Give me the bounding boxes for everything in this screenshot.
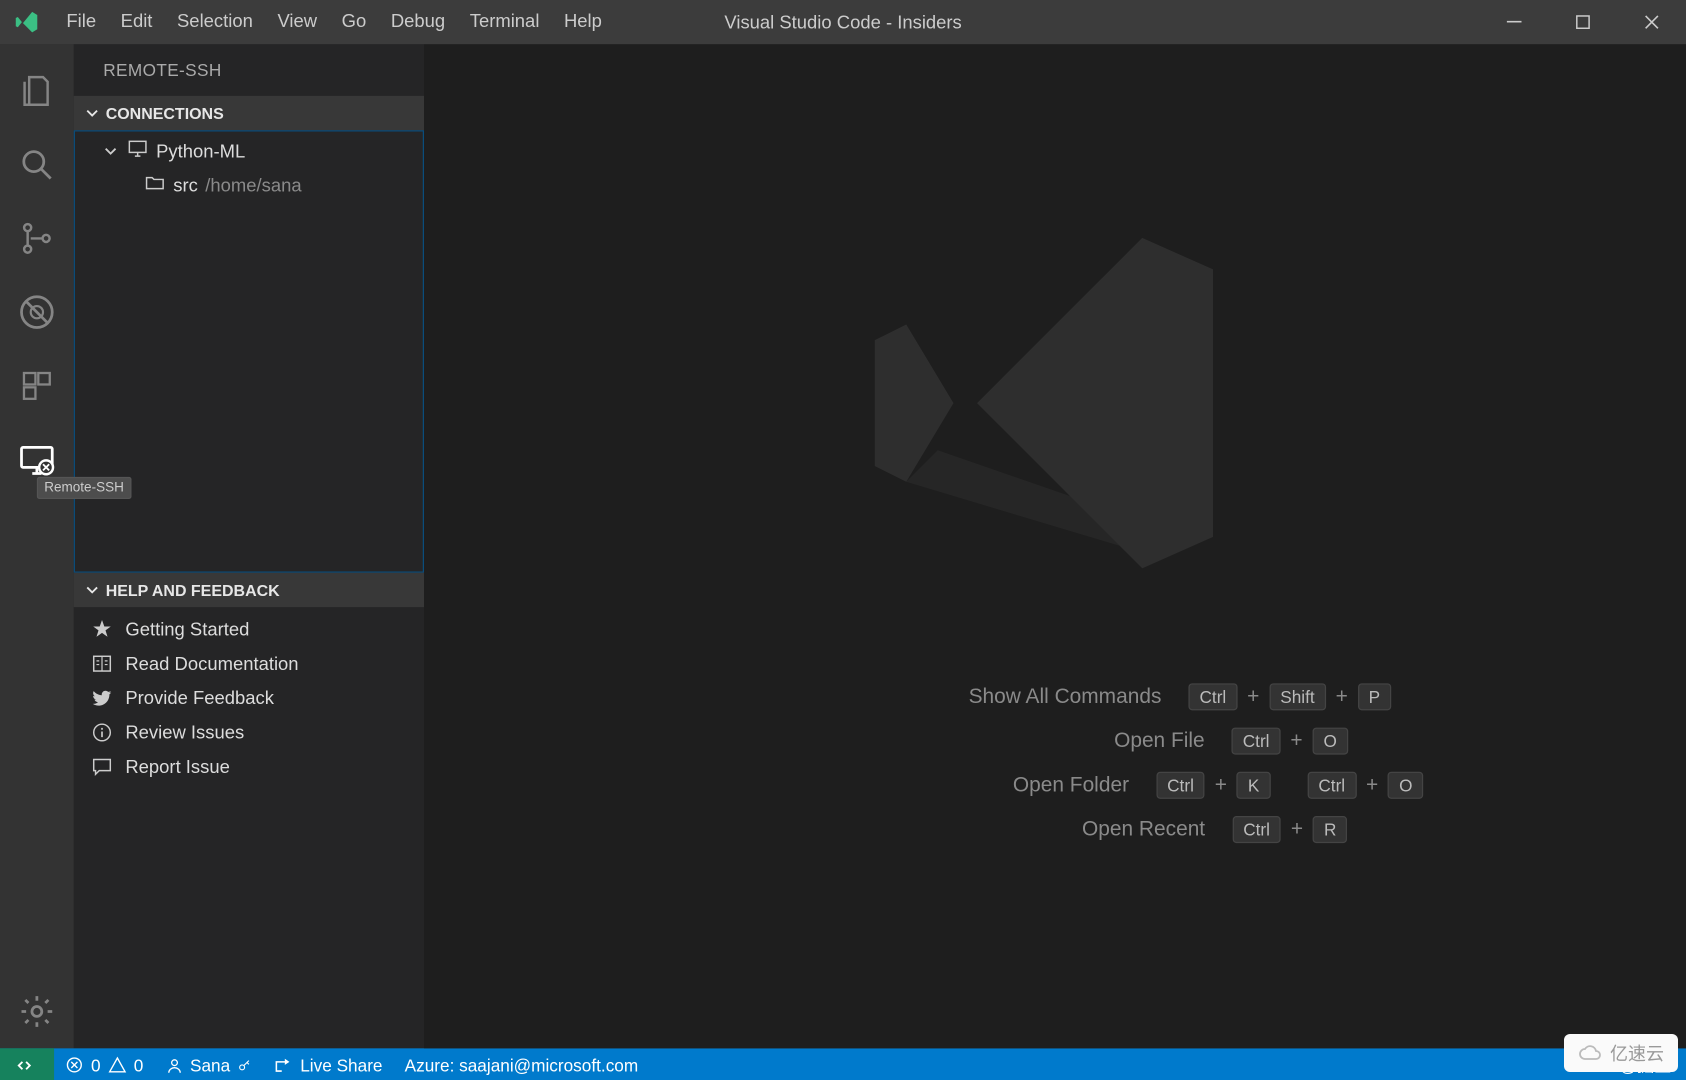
key-icon <box>238 1058 253 1073</box>
key: P <box>1358 683 1392 710</box>
folder-icon <box>144 172 166 199</box>
folder-name: src <box>173 175 198 196</box>
shortcut-row: Open Recent Ctrl+R <box>763 816 1348 843</box>
help-documentation[interactable]: Read Documentation <box>74 646 424 680</box>
help-feedback[interactable]: Provide Feedback <box>74 681 424 715</box>
chevron-down-icon <box>86 584 98 596</box>
minimize-button[interactable] <box>1480 0 1549 44</box>
vscode-watermark-icon <box>858 206 1251 605</box>
key: Ctrl <box>1232 728 1281 755</box>
cloud-icon <box>1578 1041 1602 1065</box>
connections-header-label: CONNECTIONS <box>106 104 224 122</box>
menu-view[interactable]: View <box>265 0 329 44</box>
connection-folder[interactable]: src /home/sana <box>75 168 423 202</box>
menu-help[interactable]: Help <box>552 0 615 44</box>
page-watermark: 亿速云 <box>1564 1034 1678 1072</box>
host-label: Python-ML <box>156 141 245 162</box>
close-button[interactable] <box>1617 0 1686 44</box>
shortcut-label: Open Recent <box>763 817 1205 842</box>
key: K <box>1237 772 1271 799</box>
status-azure-label: Azure: saajani@microsoft.com <box>405 1055 639 1075</box>
folder-path: /home/sana <box>205 175 301 196</box>
sidebar-title: REMOTE-SSH <box>74 44 424 96</box>
menu-selection[interactable]: Selection <box>165 0 265 44</box>
help-header-label: HELP AND FEEDBACK <box>106 581 280 599</box>
key: Ctrl <box>1156 772 1205 799</box>
titlebar: File Edit Selection View Go Debug Termin… <box>0 0 1686 44</box>
menu-debug[interactable]: Debug <box>379 0 458 44</box>
status-remote-indicator[interactable] <box>0 1048 54 1080</box>
help-getting-started[interactable]: Getting Started <box>74 612 424 646</box>
activity-settings[interactable] <box>0 975 74 1049</box>
maximize-button[interactable] <box>1549 0 1618 44</box>
vscode-logo-icon <box>0 10 54 35</box>
key: O <box>1312 728 1348 755</box>
welcome-shortcuts: Show All Commands Ctrl+Shift+P Open File… <box>424 683 1686 843</box>
warning-count: 0 <box>134 1055 144 1075</box>
activity-extensions[interactable] <box>0 349 74 423</box>
key: R <box>1313 816 1348 843</box>
book-icon <box>91 653 113 675</box>
menu-terminal[interactable]: Terminal <box>457 0 551 44</box>
menu-edit[interactable]: Edit <box>108 0 164 44</box>
status-user[interactable]: Sana <box>154 1048 263 1080</box>
menubar: File Edit Selection View Go Debug Termin… <box>54 0 614 44</box>
help-header[interactable]: HELP AND FEEDBACK <box>74 573 424 607</box>
shortcut-row: Open Folder Ctrl+KCtrl+O <box>687 772 1424 799</box>
star-icon <box>91 618 113 640</box>
status-user-label: Sana <box>190 1055 230 1075</box>
activity-search[interactable] <box>0 128 74 202</box>
status-problems[interactable]: 0 0 <box>54 1048 154 1080</box>
status-liveshare[interactable]: Live Share <box>263 1048 393 1080</box>
shortcut-label: Show All Commands <box>719 685 1161 710</box>
menu-file[interactable]: File <box>54 0 108 44</box>
chevron-down-icon <box>102 141 119 162</box>
twitter-icon <box>91 687 113 709</box>
key: Ctrl <box>1232 816 1281 843</box>
person-icon <box>165 1056 182 1073</box>
connections-header[interactable]: CONNECTIONS <box>74 96 424 130</box>
help-item-label: Report Issue <box>125 756 230 777</box>
status-liveshare-label: Live Share <box>300 1055 382 1075</box>
chevron-down-icon <box>86 107 98 119</box>
status-azure[interactable]: Azure: saajani@microsoft.com <box>394 1048 650 1080</box>
activitybar <box>0 44 74 1048</box>
activity-scm[interactable] <box>0 202 74 276</box>
error-count: 0 <box>91 1055 101 1075</box>
help-item-label: Getting Started <box>125 619 249 640</box>
shortcut-row: Show All Commands Ctrl+Shift+P <box>719 683 1391 710</box>
monitor-icon <box>127 138 149 165</box>
key: O <box>1388 772 1424 799</box>
connection-host[interactable]: Python-ML <box>75 134 423 168</box>
error-icon <box>65 1056 83 1074</box>
help-report-issue[interactable]: Report Issue <box>74 750 424 784</box>
liveshare-icon <box>274 1056 292 1074</box>
shortcut-label: Open Folder <box>687 773 1129 798</box>
activity-explorer[interactable] <box>0 54 74 128</box>
help-list: Getting Started Read Documentation Provi… <box>74 607 424 789</box>
shortcut-row: Open File Ctrl+O <box>762 728 1348 755</box>
help-item-label: Read Documentation <box>125 653 298 674</box>
key: Ctrl <box>1307 772 1356 799</box>
editor-empty: Show All Commands Ctrl+Shift+P Open File… <box>424 44 1686 1048</box>
shortcut-label: Open File <box>762 729 1204 754</box>
comment-icon <box>91 756 113 778</box>
activity-debug[interactable] <box>0 275 74 349</box>
warning-icon <box>108 1056 126 1074</box>
help-review-issues[interactable]: Review Issues <box>74 715 424 749</box>
key: Shift <box>1269 683 1326 710</box>
info-icon <box>91 721 113 743</box>
statusbar: 0 0 Sana Live Share Azure: saajani@micro… <box>0 1048 1686 1080</box>
watermark-text: 亿速云 <box>1610 1040 1664 1066</box>
sidebar: REMOTE-SSH CONNECTIONS Python-ML src /ho… <box>74 44 424 1048</box>
help-item-label: Provide Feedback <box>125 688 274 709</box>
activity-tooltip: Remote-SSH <box>37 477 131 499</box>
help-item-label: Review Issues <box>125 722 244 743</box>
menu-go[interactable]: Go <box>329 0 378 44</box>
key: Ctrl <box>1188 683 1237 710</box>
